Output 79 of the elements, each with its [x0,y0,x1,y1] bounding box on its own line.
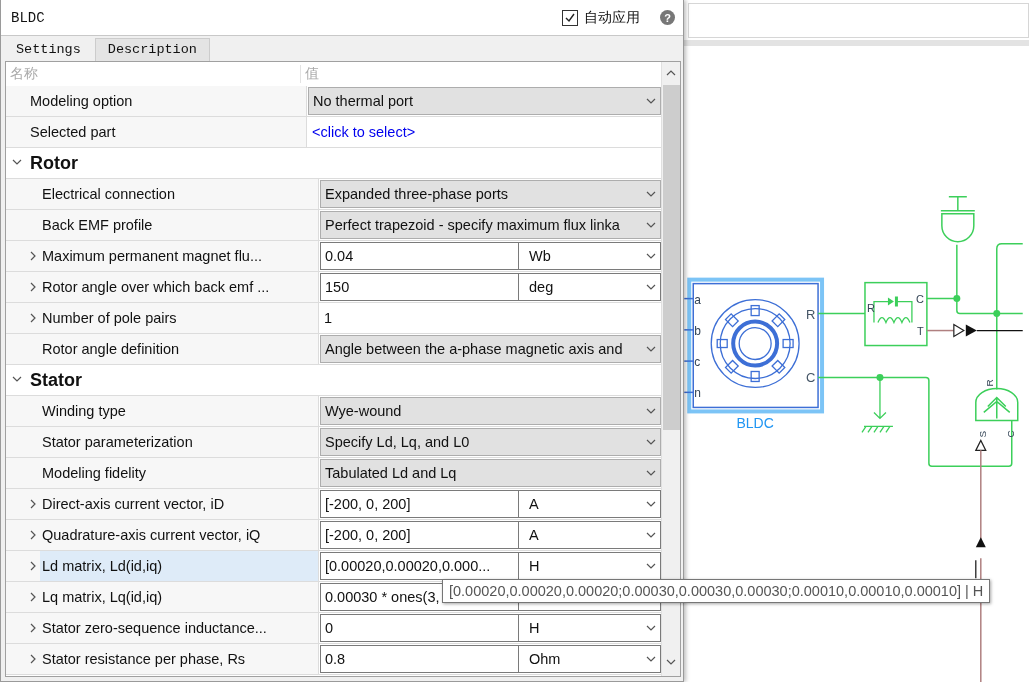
reference-symbol [940,196,976,243]
column-header: 值 [304,65,319,83]
port-label: C [915,292,924,305]
window-title: BLDC [11,9,46,26]
parameter-label: Modeling option [29,92,134,111]
value-dropdown[interactable]: Expanded three-phase ports [320,180,661,208]
section-heading: Stator [29,369,82,391]
parameter-label: Direct-axis current vector, iD [41,495,226,514]
junction-dot [993,310,1001,318]
parameter-label: Ld matrix, Ld(id,iq) [40,551,318,581]
parameter-label: Stator zero-sequence inductance... [41,619,268,638]
bldc-block[interactable] [687,277,825,414]
port-arrow [953,323,965,338]
value-dropdown[interactable]: Perfect trapezoid - specify maximum flux linka [320,211,661,239]
junction-dot [876,374,884,381]
help-icon[interactable]: ? [660,10,675,25]
column-header: 名称 [6,65,301,83]
parameter-label: Rotor angle definition [41,340,181,359]
parameter-value: 1 [323,309,333,328]
parameter-label: Stator resistance per phase, Rs [41,650,247,669]
reference-source-block[interactable] [975,387,1019,422]
signal-line [926,329,955,332]
parameter-label: Back EMF profile [41,216,154,235]
port-label: R [983,379,995,387]
parameter-label: Number of pole pairs [41,309,178,328]
tooltip: [0.00020,0.00020,0.00020;0.00030,0.00030,0.00030;0.00010,0.00010,0.00010] | H [442,579,991,603]
port-label: T [916,324,924,337]
value-field[interactable]: [-200, 0, 200] [320,490,519,518]
parameter-label: Stator parameterization [41,433,194,452]
port-label: a [694,292,701,307]
parameter-label: Maximum permanent magnet flu... [41,247,263,266]
value-dropdown[interactable]: Wye-wound [320,397,661,425]
port-arrow [975,537,986,548]
parameter-label: Modeling fidelity [41,464,147,483]
port-label: b [694,323,701,338]
value-dropdown[interactable]: Specify Ld, Lq, and L0 [320,428,661,456]
unit-dropdown[interactable]: Wb [519,242,661,270]
port-line [684,360,694,362]
section-heading: Rotor [29,152,78,174]
value-dropdown[interactable]: Angle between the a-phase magnetic axis and [320,335,661,363]
port-line [684,329,694,331]
select-link[interactable]: <click to select> [308,118,416,146]
parameter-label: Rotor angle over which back emf ... [41,278,271,297]
junction-dot [953,295,961,303]
unit-dropdown[interactable]: H [519,614,661,642]
value-field[interactable]: 150 [320,273,519,301]
checkbox[interactable] [562,9,578,26]
unit-dropdown[interactable]: H [519,552,661,580]
value-field[interactable]: 0.8 [320,645,519,673]
unit-dropdown[interactable]: deg [519,273,661,301]
block-label: BLDC [736,415,774,432]
parameter-label: Winding type [41,402,127,421]
value-field[interactable]: [-200, 0, 200] [320,521,519,549]
thermal-sensor-block[interactable] [864,281,928,347]
parameter-label: Selected part [29,123,117,142]
value-dropdown[interactable]: Tabulated Ld and Lq [320,459,661,487]
port-label: R [806,306,816,322]
value-field[interactable]: [0.00020,0.00020,0.000... [320,552,519,580]
checkbox-label: 自动应用 [584,8,640,27]
parameter-label: Quadrature-axis current vector, iQ [41,526,262,545]
signal-arrow [965,324,1023,337]
unit-dropdown[interactable]: A [519,490,661,518]
unit-dropdown[interactable]: A [519,521,661,549]
port-label: C [1004,430,1016,438]
wire [817,312,866,315]
tab[interactable]: Description [94,38,210,61]
unit-dropdown[interactable]: Ohm [519,645,661,673]
port-arrow [974,439,987,451]
value-dropdown[interactable]: No thermal port [308,87,661,115]
port-label: n [694,386,701,401]
value-field[interactable]: 0.04 [320,242,519,270]
parameter-label: Electrical connection [41,185,176,204]
value-field[interactable]: 0 [320,614,519,642]
parameter-label: Lq matrix, Lq(id,iq) [41,588,164,607]
port-label: S [976,430,988,438]
port-line [684,391,694,394]
port-label: C [806,370,816,386]
port-label: c [694,355,701,370]
port-line [684,297,694,300]
